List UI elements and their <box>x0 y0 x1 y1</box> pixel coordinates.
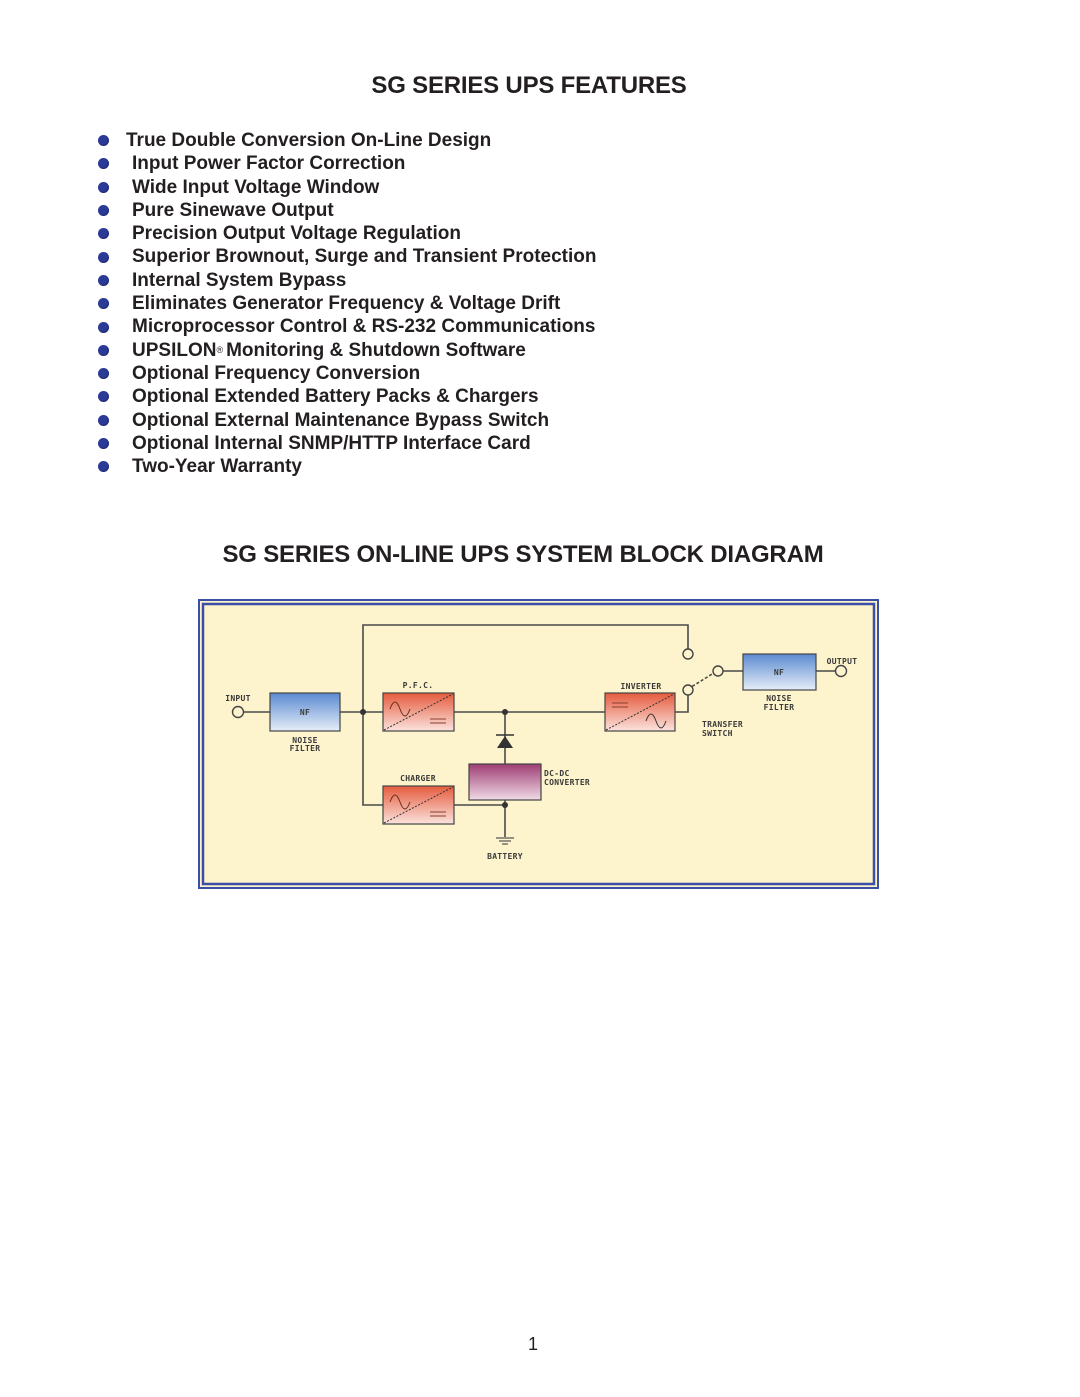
features-title: SG SERIES UPS FEATURES <box>371 72 687 99</box>
feature-item: Optional Frequency Conversion <box>96 362 597 385</box>
feature-item: Two-Year Warranty <box>96 455 597 478</box>
feature-item: Internal System Bypass <box>96 269 597 292</box>
feature-item: True Double Conversion On-Line Design <box>96 129 597 152</box>
feature-item: Wide Input Voltage Window <box>96 176 597 199</box>
bullet-icon <box>98 438 109 449</box>
pfc-label: P.F.C. <box>403 681 434 690</box>
dcdc-label-1: DC-DC <box>544 769 570 778</box>
feature-text: True Double Conversion On-Line Design <box>126 130 492 151</box>
output-filter-label-1: NOISE <box>766 694 792 703</box>
feature-item: Superior Brownout, Surge and Transient P… <box>96 245 597 268</box>
bullet-icon <box>98 298 109 310</box>
feature-item: Optional External Maintenance Bypass Swi… <box>96 409 597 432</box>
feature-text: Internal System Bypass <box>132 269 347 291</box>
transfer-switch-label-2: SWITCH <box>702 729 733 738</box>
diagram-title: SG SERIES ON-LINE UPS SYSTEM BLOCK DIAGR… <box>222 541 824 568</box>
dcdc-converter-block <box>468 763 542 801</box>
bypass-contact-icon <box>682 648 694 660</box>
feature-text: UPSILON <box>132 339 217 361</box>
features-list: True Double Conversion On-Line Design In… <box>96 129 597 478</box>
feature-text: Two-Year Warranty <box>132 456 302 478</box>
bullet-icon <box>98 181 109 193</box>
dcdc-label-2: CONVERTER <box>544 778 590 787</box>
input-filter-label-2: FILTER <box>290 744 321 753</box>
input-label: INPUT <box>225 694 251 703</box>
bullet-icon <box>98 391 109 403</box>
inverter-contact-icon <box>682 684 694 696</box>
switch-contact-icon <box>712 665 724 677</box>
output-filter-label-2: FILTER <box>764 703 795 712</box>
feature-text: Pure Sinewave Output <box>132 199 334 221</box>
junction-dot <box>502 802 508 808</box>
bullet-icon <box>98 414 109 426</box>
feature-text-rest: Monitoring & Shutdown Software <box>226 339 526 361</box>
feature-item: Microprocessor Control & RS-232 Communic… <box>96 315 597 338</box>
output-label: OUTPUT <box>827 657 858 666</box>
block-diagram: NF INPUT NOISE FILTER P.F.C. CHARGER DC-… <box>198 599 879 889</box>
feature-item: Pure Sinewave Output <box>96 199 597 222</box>
feature-text: Microprocessor Control & RS-232 Communic… <box>132 316 596 338</box>
feature-text: Precision Output Voltage Regulation <box>132 223 462 245</box>
feature-text: Input Power Factor Correction <box>132 153 406 175</box>
feature-text: Eliminates Generator Frequency & Voltage… <box>132 293 561 315</box>
feature-text: Wide Input Voltage Window <box>132 176 380 198</box>
output-nf-label: NF <box>774 668 784 677</box>
feature-text: Optional External Maintenance Bypass Swi… <box>132 409 550 431</box>
inverter-label: INVERTER <box>621 682 662 691</box>
input-terminal-icon <box>231 705 245 719</box>
registered-mark: ® <box>216 344 224 355</box>
feature-item: Optional Internal SNMP/HTTP Interface Ca… <box>96 432 597 455</box>
bullet-icon <box>98 274 109 286</box>
bullet-icon <box>98 228 109 240</box>
feature-text: Optional Internal SNMP/HTTP Interface Ca… <box>132 432 531 454</box>
input-nf-label: NF <box>300 708 310 717</box>
transfer-switch-label-1: TRANSFER <box>702 720 743 729</box>
feature-text: Superior Brownout, Surge and Transient P… <box>132 246 597 268</box>
bullet-icon <box>98 205 109 217</box>
battery-label: BATTERY <box>487 852 523 861</box>
junction-dot <box>502 709 508 715</box>
bullet-icon <box>98 368 109 380</box>
feature-item: Input Power Factor Correction <box>96 152 597 175</box>
bullet-icon <box>98 344 109 356</box>
feature-item: Eliminates Generator Frequency & Voltage… <box>96 292 597 315</box>
page-number: 1 <box>527 1334 538 1354</box>
output-terminal-icon <box>834 664 848 678</box>
bullet-icon <box>98 251 109 263</box>
feature-text: Optional Frequency Conversion <box>132 362 421 384</box>
feature-item: Precision Output Voltage Regulation <box>96 222 597 245</box>
bullet-icon <box>98 321 109 333</box>
feature-text: Optional Extended Battery Packs & Charge… <box>132 386 539 408</box>
charger-label: CHARGER <box>400 774 436 783</box>
feature-item: Optional Extended Battery Packs & Charge… <box>96 385 597 408</box>
bullet-icon <box>98 461 109 473</box>
junction-dot <box>360 709 366 715</box>
bullet-icon <box>98 135 109 147</box>
bullet-icon <box>98 158 109 170</box>
feature-item: UPSILON ® Monitoring & Shutdown Software <box>96 339 597 362</box>
